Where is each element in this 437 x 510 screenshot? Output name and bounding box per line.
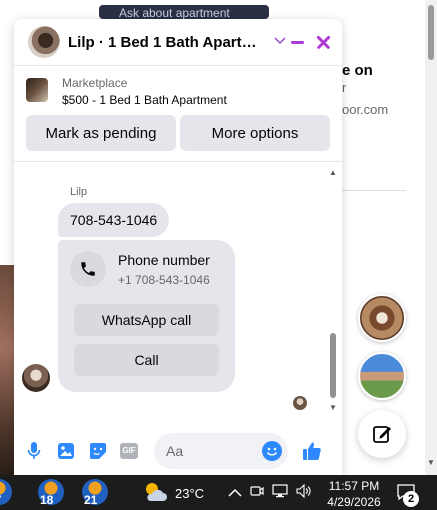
listing-title[interactable]: $500 - 1 Bed 1 Bath Apartment	[62, 91, 227, 109]
call-button[interactable]: Call	[74, 344, 219, 376]
gif-icon[interactable]: GIF	[120, 442, 138, 459]
weather-app-icon[interactable]: 67	[0, 479, 12, 507]
phone-number-card: Phone number +1 708-543-1046 WhatsApp ca…	[58, 240, 235, 392]
chevron-down-icon[interactable]	[274, 36, 286, 48]
notification-count-badge: 2	[403, 491, 419, 507]
chat-window: Lilp · 1 Bed 1 Bath Apartme... Marketpla…	[14, 19, 342, 475]
app-badge: 18	[40, 493, 54, 507]
notification-center-icon[interactable]: 2	[397, 484, 419, 507]
microphone-icon[interactable]	[24, 441, 44, 461]
listing-thumbnail[interactable]	[26, 78, 48, 102]
camera-icon[interactable]	[250, 484, 264, 503]
weather-app-icon[interactable]: 18	[38, 479, 64, 507]
volume-icon[interactable]	[296, 483, 312, 503]
thumbs-up-icon[interactable]	[302, 441, 322, 461]
mark-as-pending-button[interactable]: Mark as pending	[26, 115, 176, 151]
message-bubble[interactable]: 708-543-1046	[58, 203, 170, 237]
sticker-icon[interactable]	[88, 441, 108, 461]
phone-icon	[70, 251, 106, 287]
phone-card-number: +1 708-543-1046	[118, 273, 210, 287]
sender-avatar[interactable]	[22, 364, 50, 392]
scroll-down-arrow[interactable]: ▼	[329, 403, 337, 412]
minimize-icon[interactable]	[286, 31, 308, 53]
app-badge: 67	[0, 493, 1, 507]
whatsapp-call-button[interactable]: WhatsApp call	[74, 304, 219, 336]
chat-title[interactable]: Lilp · 1 Bed 1 Bath Apartme...	[68, 34, 268, 51]
clock-date[interactable]: 4/29/2026	[326, 495, 382, 509]
background-chip[interactable]: Ask about apartment	[99, 5, 269, 19]
page-scrollbar-thumb[interactable]	[428, 5, 434, 60]
contact-avatar[interactable]	[28, 26, 60, 58]
network-icon[interactable]	[272, 484, 288, 503]
clock-time[interactable]: 11:57 PM	[328, 479, 380, 493]
message-thread[interactable]: Lilp 708-543-1046 Phone number +1 708-54…	[14, 164, 342, 426]
emoji-icon[interactable]	[262, 440, 282, 461]
sender-name: Lilp	[70, 186, 88, 198]
message-input[interactable]: Aa	[154, 432, 288, 469]
compose-icon	[373, 426, 391, 443]
weather-icon[interactable]	[143, 481, 167, 503]
thread-scrollbar[interactable]: ▲ ▼	[327, 168, 339, 412]
image-icon[interactable]	[56, 441, 76, 461]
more-options-button[interactable]: More options	[180, 115, 330, 151]
message-composer: GIF Aa	[14, 426, 342, 475]
phone-card-title: Phone number	[118, 252, 210, 268]
system-tray	[228, 483, 312, 503]
chat-head-avatar[interactable]	[358, 294, 406, 342]
marketplace-listing: Marketplace $500 - 1 Bed 1 Bath Apartmen…	[14, 66, 342, 162]
background-photo	[0, 265, 14, 475]
thread-scrollbar-thumb[interactable]	[330, 333, 336, 398]
close-icon[interactable]	[312, 31, 334, 53]
seen-indicator-avatar	[293, 396, 307, 410]
new-message-button[interactable]	[358, 410, 406, 458]
background-text-fragment: r	[342, 80, 347, 95]
weather-app-icon[interactable]: 21	[82, 479, 108, 507]
listing-source: Marketplace	[62, 76, 128, 90]
page-scrollbar[interactable]	[425, 0, 437, 475]
temperature[interactable]: 23°C	[175, 486, 204, 501]
page-scroll-down-arrow[interactable]: ▼	[425, 458, 437, 470]
app-badge: 21	[84, 493, 98, 507]
background-link-fragment[interactable]: oor.com	[342, 102, 388, 117]
windows-taskbar: 67 18 21 23°C 11:57 PM 4/29/2026 2	[0, 475, 437, 510]
background-heading-fragment: e on	[342, 62, 373, 79]
scroll-up-arrow[interactable]: ▲	[329, 168, 337, 177]
chat-header: Lilp · 1 Bed 1 Bath Apartme...	[14, 19, 342, 66]
background-divider	[342, 190, 406, 191]
chevron-up-icon[interactable]	[228, 485, 242, 503]
message-input-placeholder[interactable]: Aa	[166, 443, 262, 459]
chat-head-avatar[interactable]	[358, 352, 406, 400]
